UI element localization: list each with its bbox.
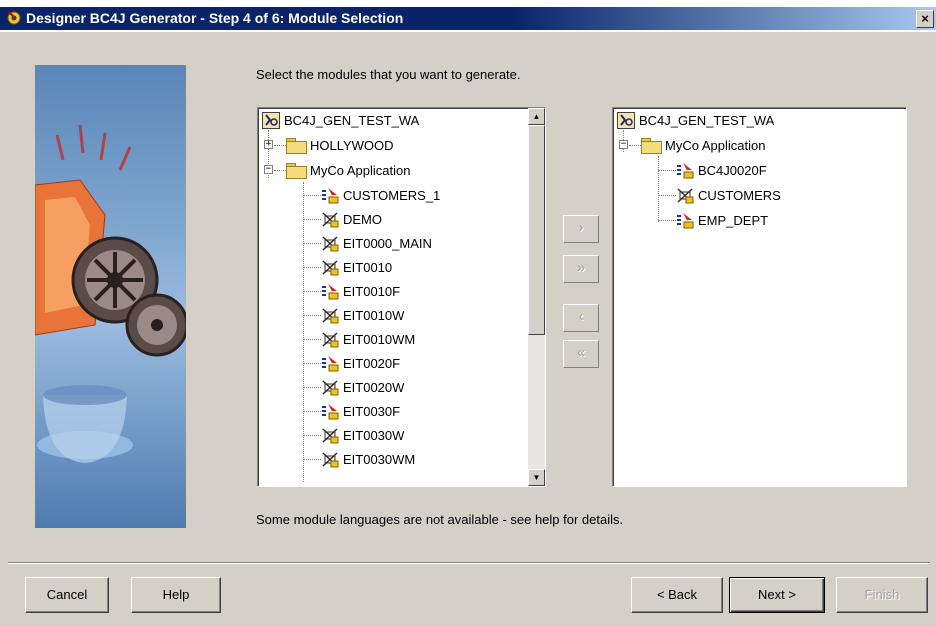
tree-item-module[interactable]: EIT0010WM xyxy=(321,327,415,351)
module-icon xyxy=(322,307,339,323)
tree-root[interactable]: BC4J_GEN_TEST_WA xyxy=(262,108,419,132)
tree-item-module[interactable]: EMP_DEPT xyxy=(676,208,768,232)
expand-icon[interactable]: + xyxy=(264,140,273,149)
collapse-icon[interactable]: − xyxy=(264,165,273,174)
module-icon xyxy=(322,379,339,395)
window-title: Designer BC4J Generator - Step 4 of 6: M… xyxy=(26,10,404,26)
gears-and-cup-illustration xyxy=(34,124,189,463)
chevron-left-icon: ‹ xyxy=(578,308,584,325)
tree-item-module[interactable]: DEMO xyxy=(321,207,382,231)
tree-item-module[interactable]: EIT0030WM xyxy=(321,447,415,471)
wizard-artwork xyxy=(34,65,189,528)
move-all-button[interactable]: » xyxy=(563,255,599,283)
tree-item-module[interactable]: EIT0020W xyxy=(321,375,404,399)
tree-item-module[interactable]: CUSTOMERS_1 xyxy=(321,183,440,207)
double-chevron-right-icon: » xyxy=(576,259,586,276)
cancel-button[interactable]: Cancel xyxy=(25,577,109,613)
title-bar: Designer BC4J Generator - Step 4 of 6: M… xyxy=(0,0,936,32)
scroll-up-button[interactable]: ▲ xyxy=(528,108,545,125)
form-module-icon xyxy=(677,212,694,228)
workarea-icon xyxy=(617,111,635,129)
module-icon xyxy=(322,211,339,227)
tree-item-module[interactable]: EIT0010W xyxy=(321,303,404,327)
form-module-icon xyxy=(322,187,339,203)
close-icon: × xyxy=(921,11,929,26)
module-icon xyxy=(322,235,339,251)
chevron-right-icon: › xyxy=(578,219,584,236)
open-folder-icon xyxy=(641,137,662,154)
remove-selected-button[interactable]: ‹ xyxy=(563,304,599,332)
workarea-icon xyxy=(262,111,280,129)
tree-item-module[interactable]: BC4J0020F xyxy=(676,158,767,182)
double-chevron-left-icon: « xyxy=(576,344,586,361)
form-module-icon xyxy=(322,403,339,419)
scroll-thumb[interactable] xyxy=(528,125,545,335)
scroll-down-button[interactable]: ▼ xyxy=(528,469,545,486)
module-icon xyxy=(322,427,339,443)
separator-highlight xyxy=(8,563,930,564)
tree-item-module[interactable]: EIT0000_MAIN xyxy=(321,231,432,255)
module-icon xyxy=(322,259,339,275)
tree-item-module[interactable]: EIT0030F xyxy=(321,399,400,423)
tree-root[interactable]: BC4J_GEN_TEST_WA xyxy=(617,108,774,132)
form-module-icon xyxy=(322,355,339,371)
available-modules-tree[interactable]: BC4J_GEN_TEST_WA + HOLLYWOOD − MyCo Appl… xyxy=(257,107,546,487)
form-module-icon xyxy=(677,162,694,178)
close-button[interactable]: × xyxy=(916,10,934,28)
tree-item-myco-application[interactable]: MyCo Application xyxy=(641,133,765,157)
tree-item-module[interactable]: CUSTOMERS xyxy=(676,183,781,207)
vertical-scrollbar[interactable]: ▲ ▼ xyxy=(528,108,545,486)
tree-item-module[interactable]: EIT0010 xyxy=(321,255,392,279)
module-icon xyxy=(322,451,339,467)
finish-button[interactable]: Finish xyxy=(836,577,928,613)
availability-note: Some module languages are not available … xyxy=(256,512,624,527)
move-selected-button[interactable]: › xyxy=(563,215,599,243)
tree-item-module[interactable]: EIT0030W xyxy=(321,423,404,447)
tree-item-hollywood[interactable]: HOLLYWOOD xyxy=(286,133,394,157)
open-folder-icon xyxy=(286,162,307,179)
tree-item-module[interactable]: EIT0010F xyxy=(321,279,400,303)
instruction-text: Select the modules that you want to gene… xyxy=(256,67,521,82)
folder-icon xyxy=(286,137,307,154)
back-button[interactable]: < Back xyxy=(631,577,723,613)
remove-all-button[interactable]: « xyxy=(563,340,599,368)
module-icon xyxy=(322,331,339,347)
selected-modules-tree[interactable]: BC4J_GEN_TEST_WA − MyCo Application BC4J… xyxy=(612,107,907,487)
module-icon xyxy=(677,187,694,203)
help-button[interactable]: Help xyxy=(131,577,221,613)
next-button[interactable]: Next > xyxy=(729,577,825,613)
tree-item-module[interactable]: EIT0020F xyxy=(321,351,400,375)
form-module-icon xyxy=(322,283,339,299)
designer-app-icon xyxy=(7,11,21,25)
tree-item-myco-application[interactable]: MyCo Application xyxy=(286,158,410,182)
collapse-icon[interactable]: − xyxy=(619,140,628,149)
